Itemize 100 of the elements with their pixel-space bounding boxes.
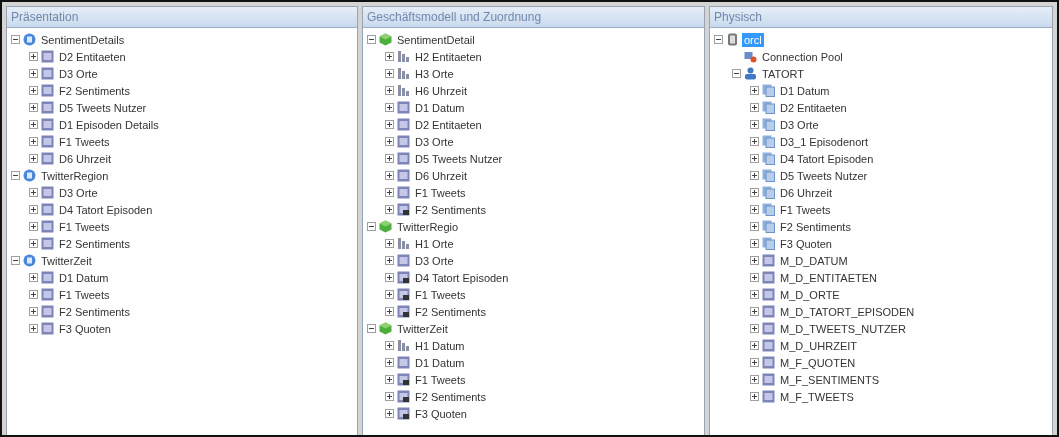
expand-icon[interactable]	[750, 273, 759, 282]
expand-icon[interactable]	[29, 69, 38, 78]
expand-icon[interactable]	[29, 290, 38, 299]
expand-icon[interactable]	[385, 409, 394, 418]
tree-item[interactable]: H2 Entitaeten	[413, 49, 484, 64]
expand-icon[interactable]	[385, 188, 394, 197]
tree-item[interactable]: D6 Uhrzeit	[57, 151, 113, 166]
expand-icon[interactable]	[385, 358, 394, 367]
tree-item[interactable]: H1 Orte	[413, 236, 456, 251]
expand-icon[interactable]	[750, 86, 759, 95]
expand-icon[interactable]	[385, 120, 394, 129]
tree-item[interactable]: D5 Tweets Nutzer	[413, 151, 505, 166]
expand-icon[interactable]	[385, 137, 394, 146]
tree-item[interactable]: Connection Pool	[760, 49, 845, 64]
expand-icon[interactable]	[385, 290, 394, 299]
tree-item[interactable]: M_F_SENTIMENTS	[778, 372, 881, 387]
tree-item[interactable]: D4 Tatort Episoden	[413, 270, 511, 285]
tree-item[interactable]: D6 Uhrzeit	[778, 185, 834, 200]
tree-item[interactable]: M_D_TATORT_EPISODEN	[778, 304, 917, 319]
expand-icon[interactable]	[29, 120, 38, 129]
expand-icon[interactable]	[29, 205, 38, 214]
expand-icon[interactable]	[385, 86, 394, 95]
expand-icon[interactable]	[750, 341, 759, 350]
expand-icon[interactable]	[750, 307, 759, 316]
expand-icon[interactable]	[29, 52, 38, 61]
expand-icon[interactable]	[385, 52, 394, 61]
tree-item[interactable]: D3 Orte	[57, 66, 100, 81]
tree-item[interactable]: D1 Datum	[413, 355, 467, 370]
tree-item[interactable]: H6 Uhrzeit	[413, 83, 469, 98]
expand-icon[interactable]	[29, 154, 38, 163]
tree-item[interactable]: F1 Tweets	[413, 185, 468, 200]
expand-icon[interactable]	[29, 188, 38, 197]
expand-icon[interactable]	[750, 358, 759, 367]
expand-icon[interactable]	[385, 273, 394, 282]
tree-item[interactable]: D1 Episoden Details	[57, 117, 161, 132]
expand-icon[interactable]	[750, 205, 759, 214]
tree-item[interactable]: M_D_DATUM	[778, 253, 850, 268]
tree-item[interactable]: M_D_TWEETS_NUTZER	[778, 321, 908, 336]
tree-item[interactable]: F2 Sentiments	[413, 389, 488, 404]
tree-item[interactable]: SentimentDetail	[395, 32, 477, 47]
tree-item[interactable]: F2 Sentiments	[413, 202, 488, 217]
expand-icon[interactable]	[29, 103, 38, 112]
expand-icon[interactable]	[750, 188, 759, 197]
expand-icon[interactable]	[750, 154, 759, 163]
expand-icon[interactable]	[385, 69, 394, 78]
tree-item[interactable]: F1 Tweets	[57, 219, 112, 234]
tree-item[interactable]: TwitterRegion	[39, 168, 111, 183]
tree-item[interactable]: D5 Tweets Nutzer	[57, 100, 149, 115]
expand-icon[interactable]	[750, 324, 759, 333]
expand-icon[interactable]	[385, 375, 394, 384]
expand-icon[interactable]	[29, 222, 38, 231]
tree-item[interactable]: M_F_TWEETS	[778, 389, 856, 404]
expand-icon[interactable]	[29, 86, 38, 95]
tree-item[interactable]: D1 Datum	[57, 270, 111, 285]
tree-item[interactable]: D3 Orte	[57, 185, 100, 200]
tree-item[interactable]: H3 Orte	[413, 66, 456, 81]
tree-item[interactable]: M_D_ORTE	[778, 287, 842, 302]
expand-icon[interactable]	[750, 375, 759, 384]
expand-icon[interactable]	[385, 171, 394, 180]
expand-icon[interactable]	[750, 239, 759, 248]
expand-icon[interactable]	[385, 154, 394, 163]
tree-item[interactable]: D6 Uhrzeit	[413, 168, 469, 183]
tree-item[interactable]: F1 Tweets	[413, 287, 468, 302]
tree-item[interactable]: TwitterRegio	[395, 219, 461, 234]
tree-item[interactable]: F2 Sentiments	[413, 304, 488, 319]
expand-icon[interactable]	[29, 273, 38, 282]
tree-item[interactable]: D4 Tatort Episoden	[57, 202, 155, 217]
expand-icon[interactable]	[29, 137, 38, 146]
expand-icon[interactable]	[29, 324, 38, 333]
collapse-icon[interactable]	[367, 35, 376, 44]
tree-item[interactable]: D2 Entitaeten	[57, 49, 128, 64]
tree-item[interactable]: F1 Tweets	[413, 372, 468, 387]
collapse-icon[interactable]	[11, 256, 20, 265]
expand-icon[interactable]	[385, 103, 394, 112]
expand-icon[interactable]	[385, 256, 394, 265]
collapse-icon[interactable]	[367, 324, 376, 333]
collapse-icon[interactable]	[11, 171, 20, 180]
expand-icon[interactable]	[750, 171, 759, 180]
expand-icon[interactable]	[385, 392, 394, 401]
tree-item[interactable]: SentimentDetails	[39, 32, 127, 47]
tree-item[interactable]: F1 Tweets	[778, 202, 833, 217]
tree-item[interactable]: D3 Orte	[778, 117, 821, 132]
tree-item[interactable]: D3 Orte	[413, 134, 456, 149]
tree-item[interactable]: F1 Tweets	[57, 287, 112, 302]
tree-item[interactable]: F1 Tweets	[57, 134, 112, 149]
tree-item[interactable]: D2 Entitaeten	[778, 100, 849, 115]
expand-icon[interactable]	[750, 392, 759, 401]
tree-item[interactable]: D3 Orte	[413, 253, 456, 268]
tree-item[interactable]: D2 Entitaeten	[413, 117, 484, 132]
tree-item[interactable]: D3_1 Episodenort	[778, 134, 871, 149]
tree-item[interactable]: F2 Sentiments	[57, 83, 132, 98]
collapse-icon[interactable]	[732, 69, 741, 78]
tree-item[interactable]: F2 Sentiments	[778, 219, 853, 234]
expand-icon[interactable]	[750, 222, 759, 231]
tree-item[interactable]: D4 Tatort Episoden	[778, 151, 876, 166]
tree-item[interactable]: D1 Datum	[778, 83, 832, 98]
tree-item[interactable]: F3 Quoten	[778, 236, 834, 251]
expand-icon[interactable]	[29, 307, 38, 316]
tree-item[interactable]: TwitterZeit	[39, 253, 94, 268]
collapse-icon[interactable]	[714, 35, 723, 44]
